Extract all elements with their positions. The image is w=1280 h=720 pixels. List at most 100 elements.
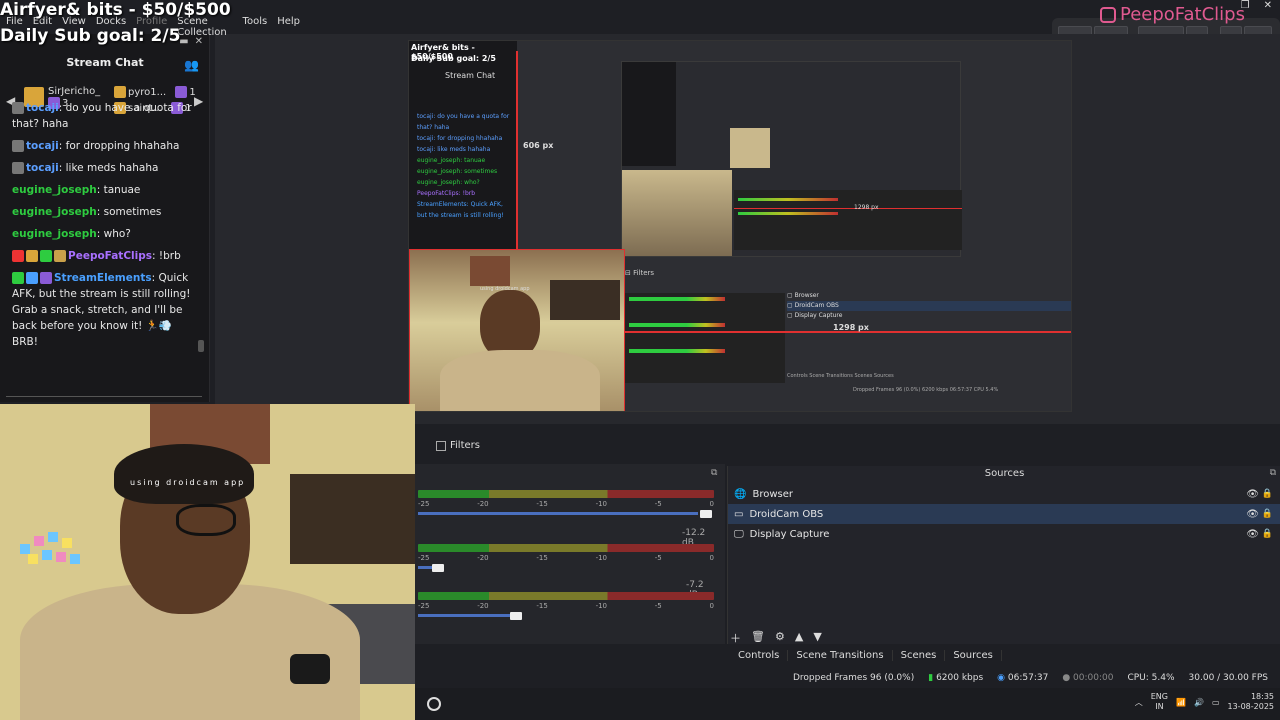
chat-username[interactable]: tocaji <box>26 140 59 152</box>
chat-username[interactable]: tocaji <box>26 162 59 174</box>
wall-posters <box>550 280 620 320</box>
badge-icon <box>26 250 38 262</box>
move-down-icon[interactable]: ▼ <box>813 630 821 646</box>
chat-username[interactable]: eugine_joseph <box>12 206 97 218</box>
chat-username[interactable]: eugine_joseph <box>12 184 97 196</box>
nested-mixer: 1298 px <box>734 190 962 250</box>
menu-tools[interactable]: Tools <box>243 16 268 32</box>
volume-slider-knob[interactable] <box>700 510 712 518</box>
source-item-display-capture[interactable]: 🖵 Display Capture 👁 🔒 <box>728 524 1280 544</box>
chat-text: for dropping hhahaha <box>65 140 180 152</box>
badge-icon <box>26 272 38 284</box>
restore-icon[interactable]: ❐ <box>1241 0 1250 11</box>
close-icon[interactable]: ✕ <box>1264 0 1272 11</box>
source-label: Display Capture <box>749 528 830 540</box>
chat-text: like meds hahaha <box>65 162 159 174</box>
chat-scrollbar[interactable] <box>198 340 204 352</box>
stream-time-value: 06:57:37 <box>1007 673 1049 683</box>
system-tray: ︿ ENG IN 📶 🔊 ▭ 18:35 13-08-2025 <box>1135 692 1274 712</box>
lock-icon[interactable]: 🔒 <box>1262 509 1273 519</box>
bounds-line <box>516 51 518 249</box>
nested-cam <box>622 170 732 256</box>
mixer-channel-3: -25 -20 -15 -10 -5 0 <box>418 592 716 620</box>
menu-help[interactable]: Help <box>277 16 300 32</box>
mixer-float-icon[interactable]: ⧉ <box>711 468 717 478</box>
glasses <box>176 504 236 536</box>
nested-chat-lines: tocaji: do you have a quota for that? ha… <box>417 113 510 219</box>
tab-scenes[interactable]: Scenes <box>893 650 946 661</box>
gear-icon[interactable]: ⚙ <box>775 630 785 646</box>
person-hair <box>114 444 254 504</box>
rec-time-value: 00:00:00 <box>1073 673 1114 683</box>
chat-username[interactable]: StreamElements <box>54 272 152 284</box>
chat-username[interactable]: eugine_joseph <box>12 228 97 240</box>
volume-slider-track[interactable] <box>418 614 514 617</box>
obs-taskbar-icon[interactable] <box>427 697 441 711</box>
dock-float-icon[interactable]: ⧉ <box>1270 468 1276 478</box>
emote-icon <box>12 162 24 174</box>
sticky-note <box>28 554 38 564</box>
visibility-eye-icon[interactable]: 👁 <box>1246 529 1259 540</box>
brand-name: PeepoFatClips <box>1120 4 1245 25</box>
mixer-channel-1: -25 -20 -15 -10 -5 0 -12.2 dB <box>418 490 716 548</box>
lock-icon[interactable]: 🔒 <box>1262 489 1273 499</box>
sources-toolbar: ＋ 🗑 ⚙ ▲ ▼ <box>730 630 822 646</box>
verified-badge-icon <box>40 272 52 284</box>
tab-scene-transitions[interactable]: Scene Transitions <box>788 650 893 661</box>
lock-icon[interactable]: 🔒 <box>1262 529 1273 539</box>
language-indicator[interactable]: ENG IN <box>1151 692 1168 712</box>
volume-slider-track[interactable] <box>418 512 698 515</box>
fps: 30.00 / 30.00 FPS <box>1188 673 1268 683</box>
tray-chevron-icon[interactable]: ︿ <box>1135 697 1143 708</box>
chat-username[interactable]: tocaji <box>26 102 59 114</box>
chat-text: who? <box>103 228 131 240</box>
sources-title: Sources <box>984 468 1025 479</box>
preview-canvas[interactable]: Airfyer& bits - $50/$500 Daily Sub goal:… <box>408 40 1072 412</box>
volume-meter <box>418 490 714 498</box>
filters-label: Filters <box>450 440 480 451</box>
preview-cam-source[interactable]: using droidcam app <box>409 249 625 411</box>
visibility-eye-icon[interactable]: 👁 <box>1246 509 1259 520</box>
tab-controls[interactable]: Controls <box>730 650 789 661</box>
add-source-icon[interactable]: ＋ <box>730 630 741 646</box>
sub-gifter-name: pyro1... <box>128 87 167 98</box>
chat-messages: tocaji: do you have a quota for that? ha… <box>0 100 200 356</box>
filters-button[interactable]: Filters <box>436 440 480 451</box>
wifi-icon[interactable]: 📶 <box>1176 698 1186 707</box>
clock[interactable]: 18:35 13-08-2025 <box>1228 692 1275 712</box>
overlay-title: Airfyer& bits - $50/$500 <box>0 0 231 20</box>
source-item-browser[interactable]: 🌐 Browser 👁 🔒 <box>728 484 1280 504</box>
stream-icon: ◉ <box>997 673 1006 683</box>
nested-chat-header: Stream Chat <box>445 71 496 80</box>
tab-sources[interactable]: Sources <box>945 650 1002 661</box>
visibility-eye-icon[interactable]: 👁 <box>1246 489 1259 500</box>
emote-icon <box>12 140 24 152</box>
sticky-note <box>34 536 44 546</box>
volume-slider-knob[interactable] <box>432 564 444 572</box>
signal-icon: ▮ <box>928 673 934 683</box>
trash-icon[interactable]: 🗑 <box>751 630 765 646</box>
move-up-icon[interactable]: ▲ <box>795 630 803 646</box>
volume-slider-knob[interactable] <box>510 612 522 620</box>
source-item-droidcam[interactable]: ▭ DroidCam OBS 👁 🔒 <box>728 504 1280 524</box>
users-icon[interactable]: 👥 <box>184 58 199 72</box>
badge-icon <box>40 250 52 262</box>
sticky-note <box>56 552 66 562</box>
badge-icon <box>12 272 24 284</box>
badge-icon <box>54 250 66 262</box>
nested-chat-small <box>622 62 676 166</box>
chat-text: sometimes <box>103 206 162 218</box>
chat-text: tanuae <box>103 184 141 196</box>
chat-username[interactable]: PeepoFatClips <box>68 250 152 262</box>
sub-gifter: pyro1... 1 <box>114 86 196 98</box>
chat-message: eugine_joseph: tanuae <box>12 184 141 196</box>
volume-icon[interactable]: 🔊 <box>1194 698 1204 707</box>
chat-message: tocaji: for dropping hhahaha <box>12 138 200 154</box>
cabinet <box>470 256 510 286</box>
dock-tabs: Controls Scene Transitions Scenes Source… <box>730 650 1002 661</box>
chat-divider <box>6 396 202 400</box>
chat-text: !brb <box>158 250 181 262</box>
battery-icon[interactable]: ▭ <box>1212 698 1220 707</box>
preview-dock-tabs: Controls Scene Transitions Scenes Source… <box>787 373 894 379</box>
chat-message: StreamElements: Quick AFK, but the strea… <box>12 272 191 348</box>
